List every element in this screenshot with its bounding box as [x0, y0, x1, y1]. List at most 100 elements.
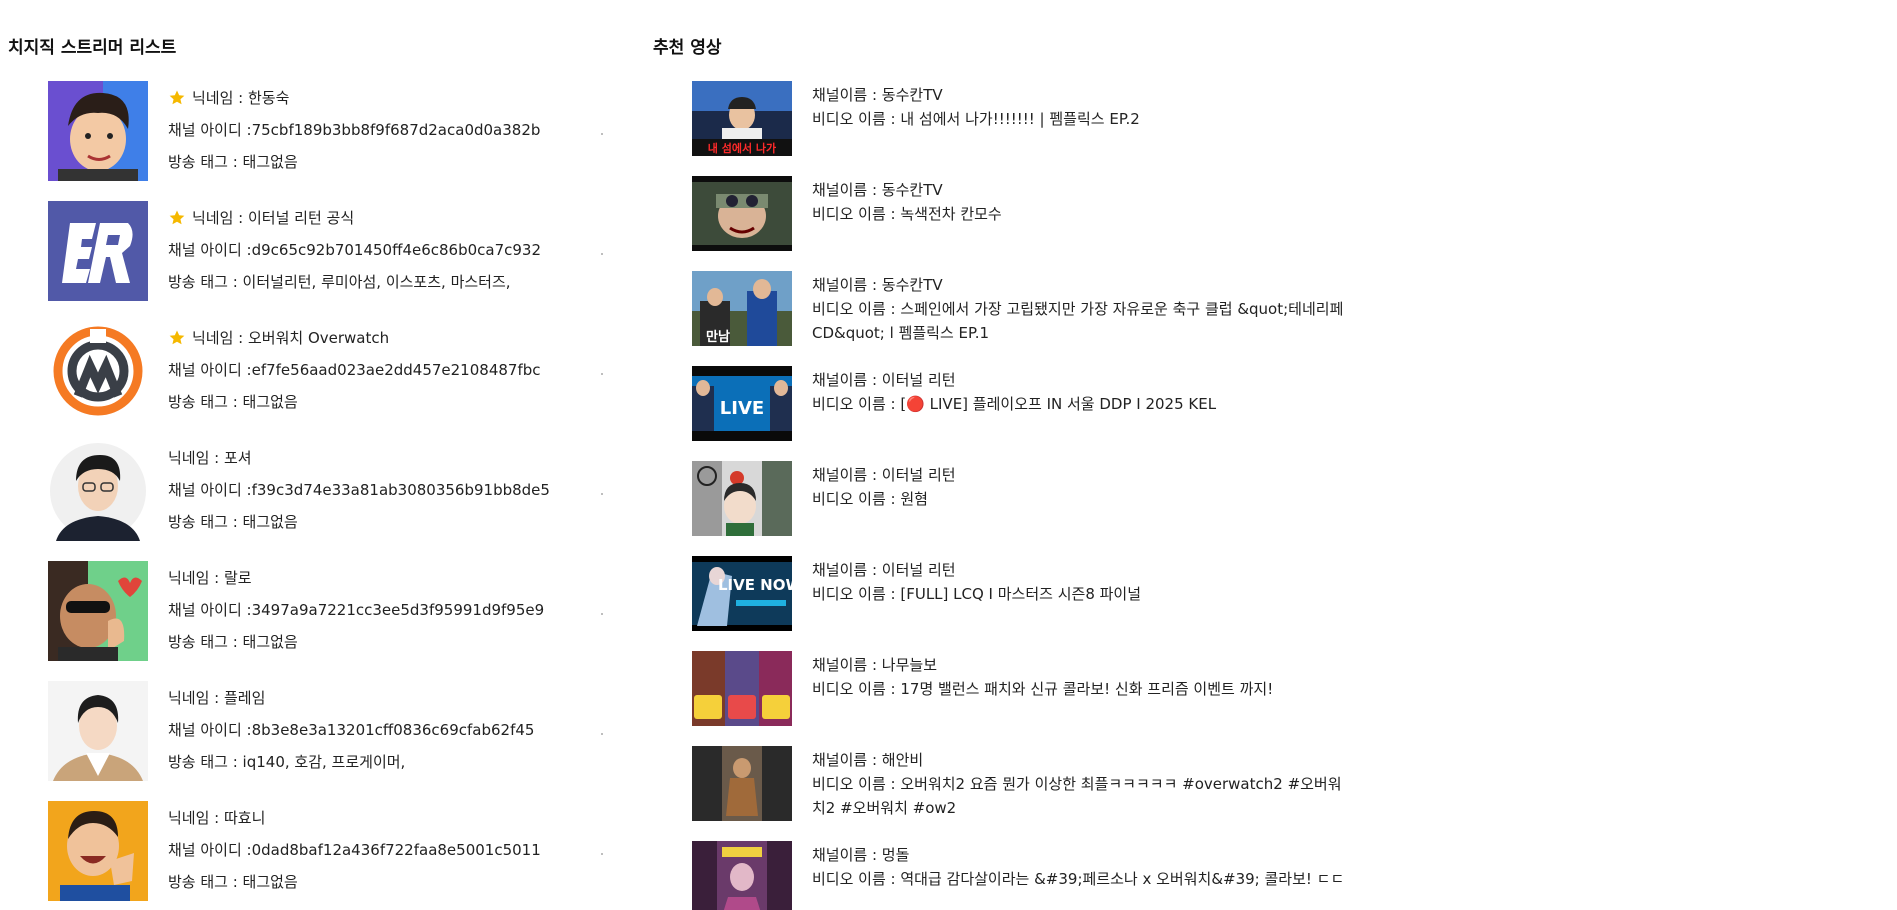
streamer-avatar[interactable]	[48, 441, 148, 541]
video-channel-name: 채널이름 : 동수칸TV	[812, 86, 943, 104]
video-title: 비디오 이름 : 역대급 감다살이라는 &#39;페르소나 x 오버워치&#39…	[812, 870, 1345, 888]
video-item[interactable]: 채널이름 : 멍돌 비디오 이름 : 역대급 감다살이라는 &#39;페르소나 …	[692, 841, 1412, 910]
streamer-item[interactable]: 닉네임 : 오버워치 Overwatch 채널 아이디 :ef7fe56aad0…	[48, 321, 628, 441]
streamer-avatar[interactable]	[48, 561, 148, 661]
streamer-channel-id: 채널 아이디 :3497a9a7221cc3ee5d3f95991d9f95e9	[168, 601, 545, 619]
video-item[interactable]: 만남 채널이름 : 동수칸TV 비디오 이름 : 스페인에서 가장 고립됐지만 …	[692, 271, 1412, 366]
video-channel-name: 채널이름 : 이터널 리턴	[812, 371, 956, 389]
video-info: 채널이름 : 동수칸TV 비디오 이름 : 녹색전차 칸모수	[812, 178, 1352, 226]
streamer-info: 닉네임 : 플레임 채널 아이디 :8b3e8e3a13201cff0836c6…	[168, 688, 534, 784]
video-item[interactable]: 채널이름 : 해안비 비디오 이름 : 오버워치2 요즘 뭔가 이상한 최플ㅋㅋ…	[692, 746, 1412, 841]
video-title: 비디오 이름 : 17명 밸런스 패치와 신규 콜라보! 신화 프리즘 이벤트 …	[812, 680, 1274, 698]
video-info: 채널이름 : 멍돌 비디오 이름 : 역대급 감다살이라는 &#39;페르소나 …	[812, 843, 1352, 891]
separator-dot	[601, 253, 603, 255]
video-title: 비디오 이름 : 원혐	[812, 490, 928, 508]
video-channel-name: 채널이름 : 동수칸TV	[812, 276, 943, 294]
streamer-channel-id: 채널 아이디 :ef7fe56aad023ae2dd457e2108487fbc	[168, 361, 541, 379]
video-info: 채널이름 : 동수칸TV 비디오 이름 : 내 섬에서 나가!!!!!!! | …	[812, 83, 1352, 131]
streamer-channel-id: 채널 아이디 :0dad8baf12a436f722faa8e5001c5011	[168, 841, 541, 859]
streamer-nickname: 닉네임 : 이터널 리턴 공식	[192, 209, 355, 227]
video-thumbnail[interactable]: 내 섬에서 나가	[692, 81, 792, 156]
video-channel-name: 채널이름 : 멍돌	[812, 846, 910, 864]
video-thumbnail[interactable]	[692, 651, 792, 726]
video-title: 비디오 이름 : [🔴 LIVE] 플레이오프 IN 서울 DDP I 2025…	[812, 395, 1217, 413]
streamer-tags: 방송 태그 : 태그없음	[168, 873, 298, 891]
video-channel-name: 채널이름 : 이터널 리턴	[812, 466, 956, 484]
streamer-tags: 방송 태그 : 태그없음	[168, 153, 298, 171]
video-title: 비디오 이름 : 내 섬에서 나가!!!!!!! | 펨플릭스 EP.2	[812, 110, 1140, 128]
favorite-star-icon[interactable]	[168, 329, 186, 347]
streamer-tags: 방송 태그 : iq140, 호감, 프로게이머,	[168, 753, 406, 771]
streamer-list-section: 치지직 스트리머 리스트 닉네임 : 한동숙 채널 아이디 :75cbf189b…	[0, 0, 640, 910]
separator-dot	[601, 133, 603, 135]
streamer-channel-id: 채널 아이디 :d9c65c92b701450ff4e6c86b0ca7c932	[168, 241, 542, 259]
video-item[interactable]: LIVE NOW 채널이름 : 이터널 리턴 비디오 이름 : [FULL] L…	[692, 556, 1412, 651]
streamer-avatar[interactable]	[48, 81, 148, 181]
video-info: 채널이름 : 나무늘보 비디오 이름 : 17명 밸런스 패치와 신규 콜라보!…	[812, 653, 1352, 701]
video-item[interactable]: 채널이름 : 나무늘보 비디오 이름 : 17명 밸런스 패치와 신규 콜라보!…	[692, 651, 1412, 746]
streamer-avatar[interactable]	[48, 801, 148, 901]
streamer-item[interactable]: 닉네임 : 한동숙 채널 아이디 :75cbf189b3bb8f9f687d2a…	[48, 81, 628, 201]
video-thumbnail[interactable]	[692, 841, 792, 910]
streamer-info: 닉네임 : 포셔 채널 아이디 :f39c3d74e33a81ab3080356…	[168, 448, 550, 544]
streamer-tags: 방송 태그 : 태그없음	[168, 393, 298, 411]
video-thumbnail[interactable]	[692, 461, 792, 536]
video-list: 내 섬에서 나가 채널이름 : 동수칸TV 비디오 이름 : 내 섬에서 나가!…	[692, 81, 1412, 910]
video-item[interactable]: 채널이름 : 동수칸TV 비디오 이름 : 녹색전차 칸모수	[692, 176, 1412, 271]
video-item[interactable]: 채널이름 : 이터널 리턴 비디오 이름 : 원혐	[692, 461, 1412, 556]
video-title: 비디오 이름 : [FULL] LCQ I 마스터즈 시즌8 파이널	[812, 585, 1142, 603]
streamer-info: 닉네임 : 랄로 채널 아이디 :3497a9a7221cc3ee5d3f959…	[168, 568, 544, 664]
streamer-tags: 방송 태그 : 태그없음	[168, 633, 298, 651]
video-info: 채널이름 : 해안비 비디오 이름 : 오버워치2 요즘 뭔가 이상한 최플ㅋㅋ…	[812, 748, 1352, 820]
video-info: 채널이름 : 이터널 리턴 비디오 이름 : 원혐	[812, 463, 1352, 511]
streamer-avatar[interactable]	[48, 321, 148, 421]
separator-dot	[601, 373, 603, 375]
streamer-info: 닉네임 : 따효니 채널 아이디 :0dad8baf12a436f722faa8…	[168, 808, 541, 904]
streamer-nickname: 닉네임 : 오버워치 Overwatch	[192, 329, 390, 347]
video-title: 비디오 이름 : 오버워치2 요즘 뭔가 이상한 최플ㅋㅋㅋㅋㅋ #overwa…	[812, 775, 1342, 817]
separator-dot	[601, 613, 603, 615]
video-thumbnail[interactable]	[692, 746, 792, 821]
streamer-info: 닉네임 : 한동숙 채널 아이디 :75cbf189b3bb8f9f687d2a…	[168, 88, 540, 184]
streamer-list-title: 치지직 스트리머 리스트	[8, 38, 177, 58]
video-channel-name: 채널이름 : 해안비	[812, 751, 924, 769]
recommended-videos-section: 추천 영상 내 섬에서 나가 채널이름 : 동수칸TV 비디오 이름 : 내 섬…	[652, 0, 1412, 910]
favorite-star-icon[interactable]	[168, 209, 186, 227]
video-thumbnail[interactable]: LIVE	[692, 366, 792, 441]
separator-dot	[601, 733, 603, 735]
streamer-list: 닉네임 : 한동숙 채널 아이디 :75cbf189b3bb8f9f687d2a…	[48, 81, 628, 910]
streamer-info: 닉네임 : 이터널 리턴 공식 채널 아이디 :d9c65c92b701450f…	[168, 208, 541, 304]
streamer-item[interactable]: 닉네임 : 플레임 채널 아이디 :8b3e8e3a13201cff0836c6…	[48, 681, 628, 801]
streamer-avatar[interactable]	[48, 681, 148, 781]
video-thumbnail[interactable]: 만남	[692, 271, 792, 346]
video-thumbnail[interactable]: LIVE NOW	[692, 556, 792, 631]
video-info: 채널이름 : 동수칸TV 비디오 이름 : 스페인에서 가장 고립됐지만 가장 …	[812, 273, 1352, 345]
streamer-channel-id: 채널 아이디 :75cbf189b3bb8f9f687d2aca0d0a382b	[168, 121, 541, 139]
video-channel-name: 채널이름 : 이터널 리턴	[812, 561, 956, 579]
video-item[interactable]: LIVE 채널이름 : 이터널 리턴 비디오 이름 : [🔴 LIVE] 플레이…	[692, 366, 1412, 461]
thumbnail-text: 만남	[706, 329, 730, 345]
streamer-item[interactable]: 닉네임 : 포셔 채널 아이디 :f39c3d74e33a81ab3080356…	[48, 441, 628, 561]
page: 치지직 스트리머 리스트 닉네임 : 한동숙 채널 아이디 :75cbf189b…	[0, 0, 1897, 910]
separator-dot	[601, 493, 603, 495]
thumbnail-text: LIVE	[720, 398, 764, 419]
streamer-channel-id: 채널 아이디 :8b3e8e3a13201cff0836c69cfab62f45	[168, 721, 535, 739]
streamer-item[interactable]: 닉네임 : 따효니 채널 아이디 :0dad8baf12a436f722faa8…	[48, 801, 628, 910]
streamer-tags: 방송 태그 : 이터널리턴, 루미아섬, 이스포츠, 마스터즈,	[168, 273, 511, 291]
recommended-videos-title: 추천 영상	[653, 38, 722, 58]
streamer-avatar[interactable]	[48, 201, 148, 301]
streamer-item[interactable]: 닉네임 : 이터널 리턴 공식 채널 아이디 :d9c65c92b701450f…	[48, 201, 628, 321]
separator-dot	[601, 853, 603, 855]
streamer-item[interactable]: 닉네임 : 랄로 채널 아이디 :3497a9a7221cc3ee5d3f959…	[48, 561, 628, 681]
favorite-star-icon[interactable]	[168, 89, 186, 107]
video-item[interactable]: 내 섬에서 나가 채널이름 : 동수칸TV 비디오 이름 : 내 섬에서 나가!…	[692, 81, 1412, 176]
thumbnail-text: LIVE NOW	[718, 576, 792, 594]
streamer-nickname: 닉네임 : 포셔	[168, 449, 252, 467]
streamer-nickname: 닉네임 : 한동숙	[192, 89, 290, 107]
video-title: 비디오 이름 : 스페인에서 가장 고립됐지만 가장 자유로운 축구 클럽 &q…	[812, 300, 1344, 342]
thumbnail-text: 내 섬에서 나가	[708, 141, 776, 155]
video-channel-name: 채널이름 : 나무늘보	[812, 656, 937, 674]
video-thumbnail[interactable]	[692, 176, 792, 251]
streamer-tags: 방송 태그 : 태그없음	[168, 513, 298, 531]
streamer-nickname: 닉네임 : 랄로	[168, 569, 252, 587]
